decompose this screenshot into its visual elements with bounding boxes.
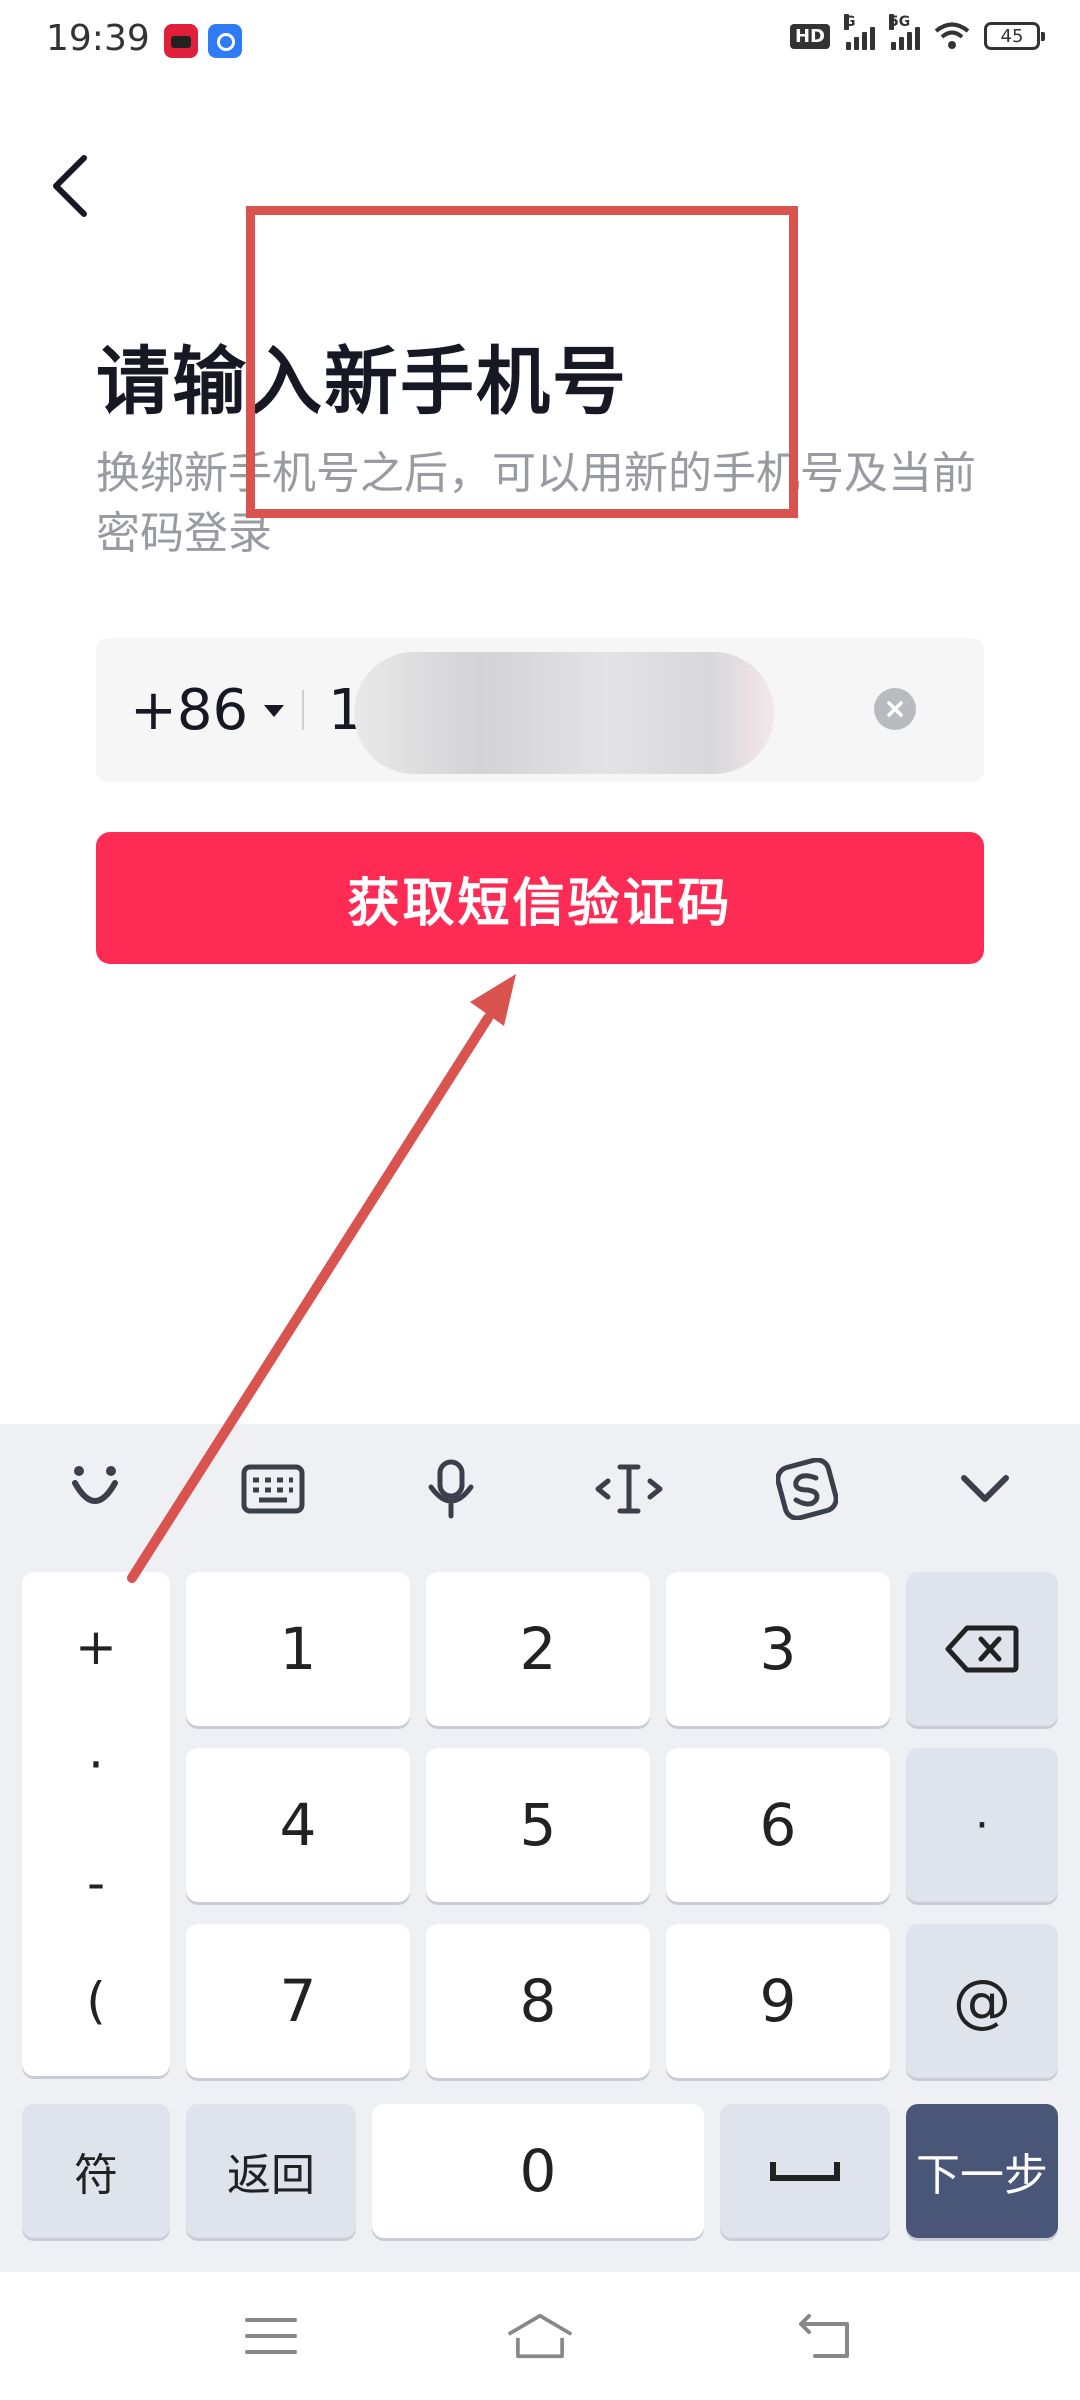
status-bar: 19:39 HD G 5G 45 bbox=[0, 0, 1080, 82]
at-key[interactable]: @ bbox=[906, 1924, 1058, 2078]
redacted-mask bbox=[354, 652, 774, 774]
battery-level: 45 bbox=[1000, 25, 1024, 47]
status-indicators: HD G 5G 45 bbox=[789, 14, 1045, 50]
key-5[interactable]: 5 bbox=[426, 1748, 650, 1902]
back-nav-button[interactable] bbox=[790, 2308, 860, 2364]
cursor-icon[interactable] bbox=[594, 1454, 664, 1524]
key-8[interactable]: 8 bbox=[426, 1924, 650, 2078]
symbol-dot-key[interactable]: · bbox=[22, 1736, 170, 1794]
signal-type-label: G bbox=[844, 14, 856, 30]
home-nav-button[interactable] bbox=[505, 2308, 575, 2364]
symbol-minus-key[interactable]: - bbox=[22, 1854, 170, 1912]
menu-nav-button[interactable] bbox=[236, 2308, 306, 2364]
country-code-label: +86 bbox=[130, 678, 249, 743]
space-bar-icon bbox=[770, 2162, 840, 2181]
keyboard-toolbar bbox=[0, 1424, 1080, 1554]
symbol-plus-key[interactable]: + bbox=[22, 1618, 170, 1676]
key-0[interactable]: 0 bbox=[372, 2104, 704, 2238]
signal-5g-icon: 5G bbox=[889, 14, 920, 50]
wifi-icon bbox=[934, 22, 970, 49]
signal-type-label: 5G bbox=[889, 14, 911, 30]
backspace-icon bbox=[945, 1625, 1019, 1673]
hd-badge: HD bbox=[789, 23, 830, 49]
app-notification-icon bbox=[164, 24, 198, 58]
chevron-left-icon bbox=[53, 155, 87, 217]
back-button[interactable] bbox=[40, 148, 100, 224]
key-3[interactable]: 3 bbox=[666, 1572, 890, 1726]
clear-input-icon[interactable] bbox=[874, 688, 916, 730]
system-nav-bar bbox=[0, 2272, 1080, 2400]
collapse-keyboard-icon[interactable] bbox=[950, 1454, 1020, 1524]
get-sms-code-button[interactable]: 获取短信验证码 bbox=[96, 832, 984, 964]
keyboard-icon[interactable] bbox=[238, 1454, 308, 1524]
input-divider bbox=[302, 690, 304, 730]
key-9[interactable]: 9 bbox=[666, 1924, 890, 2078]
menu-icon bbox=[245, 2318, 297, 2354]
return-icon bbox=[799, 2314, 849, 2358]
caret-down-icon bbox=[264, 704, 285, 717]
key-7[interactable]: 7 bbox=[186, 1924, 410, 2078]
backspace-key[interactable] bbox=[906, 1572, 1058, 1726]
battery-icon: 45 bbox=[984, 22, 1045, 50]
key-4[interactable]: 4 bbox=[186, 1748, 410, 1902]
status-time: 19:39 bbox=[46, 18, 150, 59]
key-6[interactable]: 6 bbox=[666, 1748, 890, 1902]
country-code-selector[interactable]: +86 bbox=[130, 678, 285, 743]
phone-input-row: +86 1 bbox=[96, 638, 984, 782]
key-1[interactable]: 1 bbox=[186, 1572, 410, 1726]
symbol-paren-key[interactable]: ( bbox=[22, 1972, 170, 2030]
signal-icon: G bbox=[844, 14, 875, 50]
symbol-column[interactable]: + · - ( bbox=[22, 1572, 170, 2076]
next-step-key[interactable]: 下一步 bbox=[906, 2104, 1058, 2238]
alarm-app-icon bbox=[208, 24, 242, 58]
annotation-highlight-box bbox=[246, 206, 798, 518]
dot-key[interactable]: · bbox=[906, 1748, 1058, 1902]
symbols-key[interactable]: 符 bbox=[22, 2104, 170, 2238]
return-key[interactable]: 返回 bbox=[186, 2104, 356, 2238]
close-icon bbox=[887, 701, 903, 717]
home-icon bbox=[507, 2313, 573, 2359]
emoji-icon[interactable] bbox=[60, 1454, 130, 1524]
sogou-icon[interactable] bbox=[772, 1454, 842, 1524]
microphone-icon[interactable] bbox=[416, 1454, 486, 1524]
space-key[interactable] bbox=[720, 2104, 890, 2238]
key-2[interactable]: 2 bbox=[426, 1572, 650, 1726]
numeric-keyboard: + · - ( 1 2 3 4 5 6 7 8 9 · @ 符 返回 0 下一步 bbox=[0, 1424, 1080, 2272]
